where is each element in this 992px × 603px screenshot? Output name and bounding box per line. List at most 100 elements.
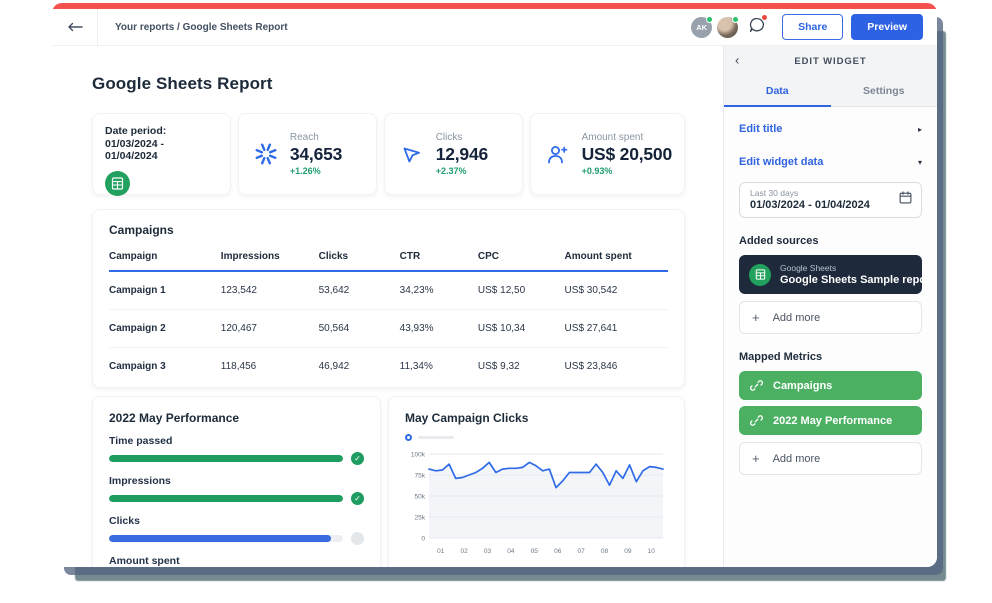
edit-widget-data-link[interactable]: Edit widget data — [739, 156, 823, 168]
performance-item: Clicks — [109, 515, 364, 545]
panel-title: EDIT WIDGET — [794, 56, 866, 67]
progress-bar-track — [109, 495, 343, 502]
source-name: Google Sheets Sample report — [780, 274, 934, 286]
campaign-clicks-widget[interactable]: May Campaign Clicks 100k75k50k25k0010203… — [388, 396, 685, 567]
date-period-label: Date period: — [105, 125, 218, 137]
table-cell: 46,942 — [319, 348, 400, 386]
add-source-button[interactable]: + Add more — [739, 301, 922, 334]
source-provider: Google Sheets — [780, 263, 934, 273]
comments-button[interactable] — [748, 16, 766, 39]
svg-text:75k: 75k — [415, 473, 426, 480]
report-canvas: Google Sheets Report Date period: 01/03/… — [52, 46, 723, 567]
mapped-metric-performance[interactable]: 2022 May Performance — [739, 406, 922, 435]
svg-text:10: 10 — [648, 548, 656, 555]
table-cell: 120,467 — [221, 310, 319, 348]
table-cell: 11,34% — [400, 348, 478, 386]
link-icon — [750, 414, 763, 427]
reach-burst-icon — [251, 141, 281, 167]
top-bar: Your reports / Google Sheets Report AK S… — [52, 9, 937, 46]
column-header: Clicks — [319, 239, 400, 271]
source-card[interactable]: Google Sheets Google Sheets Sample repor… — [739, 255, 922, 294]
panel-tabs: Data Settings — [724, 76, 937, 107]
svg-text:09: 09 — [624, 548, 632, 555]
stat-value: US$ 20,500 — [582, 144, 672, 165]
app-window: Your reports / Google Sheets Report AK S… — [52, 3, 937, 567]
table-cell: US$ 30,542 — [565, 271, 668, 310]
svg-text:50k: 50k — [415, 494, 426, 501]
reach-widget[interactable]: Reach 34,653 +1.26% — [238, 113, 377, 195]
avatar-initials[interactable]: AK — [691, 17, 712, 38]
campaign-clicks-chart: 100k75k50k25k001020304050607080910 — [405, 447, 668, 557]
preview-button[interactable]: Preview — [851, 14, 923, 40]
table-cell: US$ 27,641 — [565, 310, 668, 348]
share-button[interactable]: Share — [782, 14, 843, 40]
edit-title-row[interactable]: Edit title ▸ — [739, 123, 922, 135]
svg-text:0: 0 — [421, 536, 425, 543]
table-cell: Campaign 1 — [109, 271, 221, 310]
svg-text:25k: 25k — [415, 515, 426, 522]
stat-cards-row: Date period: 01/03/2024 - 01/04/2024 Rea… — [92, 113, 685, 195]
date-period-range: 01/03/2024 - 01/04/2024 — [105, 138, 218, 162]
chart-title: May Campaign Clicks — [405, 411, 668, 425]
table-cell: 50,564 — [319, 310, 400, 348]
edit-widget-data-row[interactable]: Edit widget data ▾ — [739, 156, 922, 168]
performance-item-label: Time passed — [109, 435, 364, 447]
date-period-widget[interactable]: Date period: 01/03/2024 - 01/04/2024 — [92, 113, 231, 195]
cursor-icon — [397, 142, 427, 166]
amount-spent-widget[interactable]: Amount spent US$ 20,500 +0.93% — [530, 113, 685, 195]
mapped-metric-campaigns[interactable]: Campaigns — [739, 371, 922, 400]
svg-text:03: 03 — [484, 548, 492, 555]
campaigns-table-widget[interactable]: Campaigns Campaign Impressions Clicks CT… — [92, 209, 685, 388]
legend-marker-icon — [405, 434, 412, 441]
stat-label: Reach — [290, 132, 342, 143]
performance-item: Impressions✓ — [109, 475, 364, 505]
mapped-metric-label: 2022 May Performance — [773, 415, 892, 427]
stat-label: Amount spent — [582, 132, 672, 143]
column-header: Campaign — [109, 239, 221, 271]
tab-data[interactable]: Data — [724, 76, 831, 107]
progress-bar-fill — [109, 495, 343, 502]
svg-text:07: 07 — [577, 548, 585, 555]
progress-bar-fill — [109, 535, 331, 542]
table-cell: Campaign 3 — [109, 348, 221, 386]
svg-text:100k: 100k — [411, 452, 426, 459]
edit-widget-panel: ‹ EDIT WIDGET Data Settings Edit title ▸… — [723, 46, 937, 567]
chart-legend — [405, 434, 668, 441]
panel-back-button[interactable]: ‹ — [735, 53, 739, 66]
calendar-icon — [899, 191, 912, 209]
avatar-photo[interactable] — [717, 17, 738, 38]
chevron-right-icon: ▸ — [918, 125, 922, 134]
column-header: Impressions — [221, 239, 319, 271]
mapped-metrics-label: Mapped Metrics — [739, 351, 922, 363]
progress-bar-track — [109, 455, 343, 462]
column-header: Amount spent — [565, 239, 668, 271]
online-status-dot — [706, 16, 713, 23]
svg-text:06: 06 — [554, 548, 562, 555]
check-circle-icon: ✓ — [351, 492, 364, 505]
may-performance-widget[interactable]: 2022 May Performance Time passed ✓Impress… — [92, 396, 381, 567]
date-range-input[interactable]: Last 30 days 01/03/2024 - 01/04/2024 — [739, 182, 922, 218]
page-title: Google Sheets Report — [92, 74, 685, 94]
edit-title-link[interactable]: Edit title — [739, 123, 782, 135]
table-cell: US$ 10,34 — [478, 310, 565, 348]
breadcrumb[interactable]: Your reports / Google Sheets Report — [115, 22, 288, 33]
table-cell: US$ 23,846 — [565, 348, 668, 386]
back-arrow-icon — [67, 22, 83, 32]
performance-list: Time passed ✓Impressions✓ Clicks Amount spe… — [109, 435, 364, 567]
add-metric-button[interactable]: + Add more — [739, 442, 922, 475]
date-range-value: 01/03/2024 - 01/04/2024 — [750, 199, 911, 211]
tab-settings[interactable]: Settings — [831, 76, 938, 107]
progress-bar-track — [109, 535, 343, 542]
column-header: CTR — [400, 239, 478, 271]
chevron-down-icon: ▾ — [918, 158, 922, 167]
performance-title: 2022 May Performance — [109, 411, 364, 425]
svg-text:04: 04 — [507, 548, 515, 555]
performance-item-label: Clicks — [109, 515, 364, 527]
column-header: CPC — [478, 239, 565, 271]
clicks-widget[interactable]: Clicks 12,946 +2.37% — [384, 113, 523, 195]
back-button[interactable] — [52, 9, 98, 45]
added-sources-label: Added sources — [739, 235, 922, 247]
performance-item: Amount spent — [109, 555, 364, 567]
person-add-icon — [543, 142, 573, 167]
chart-area: 100k75k50k25k001020304050607080910 — [405, 447, 668, 562]
